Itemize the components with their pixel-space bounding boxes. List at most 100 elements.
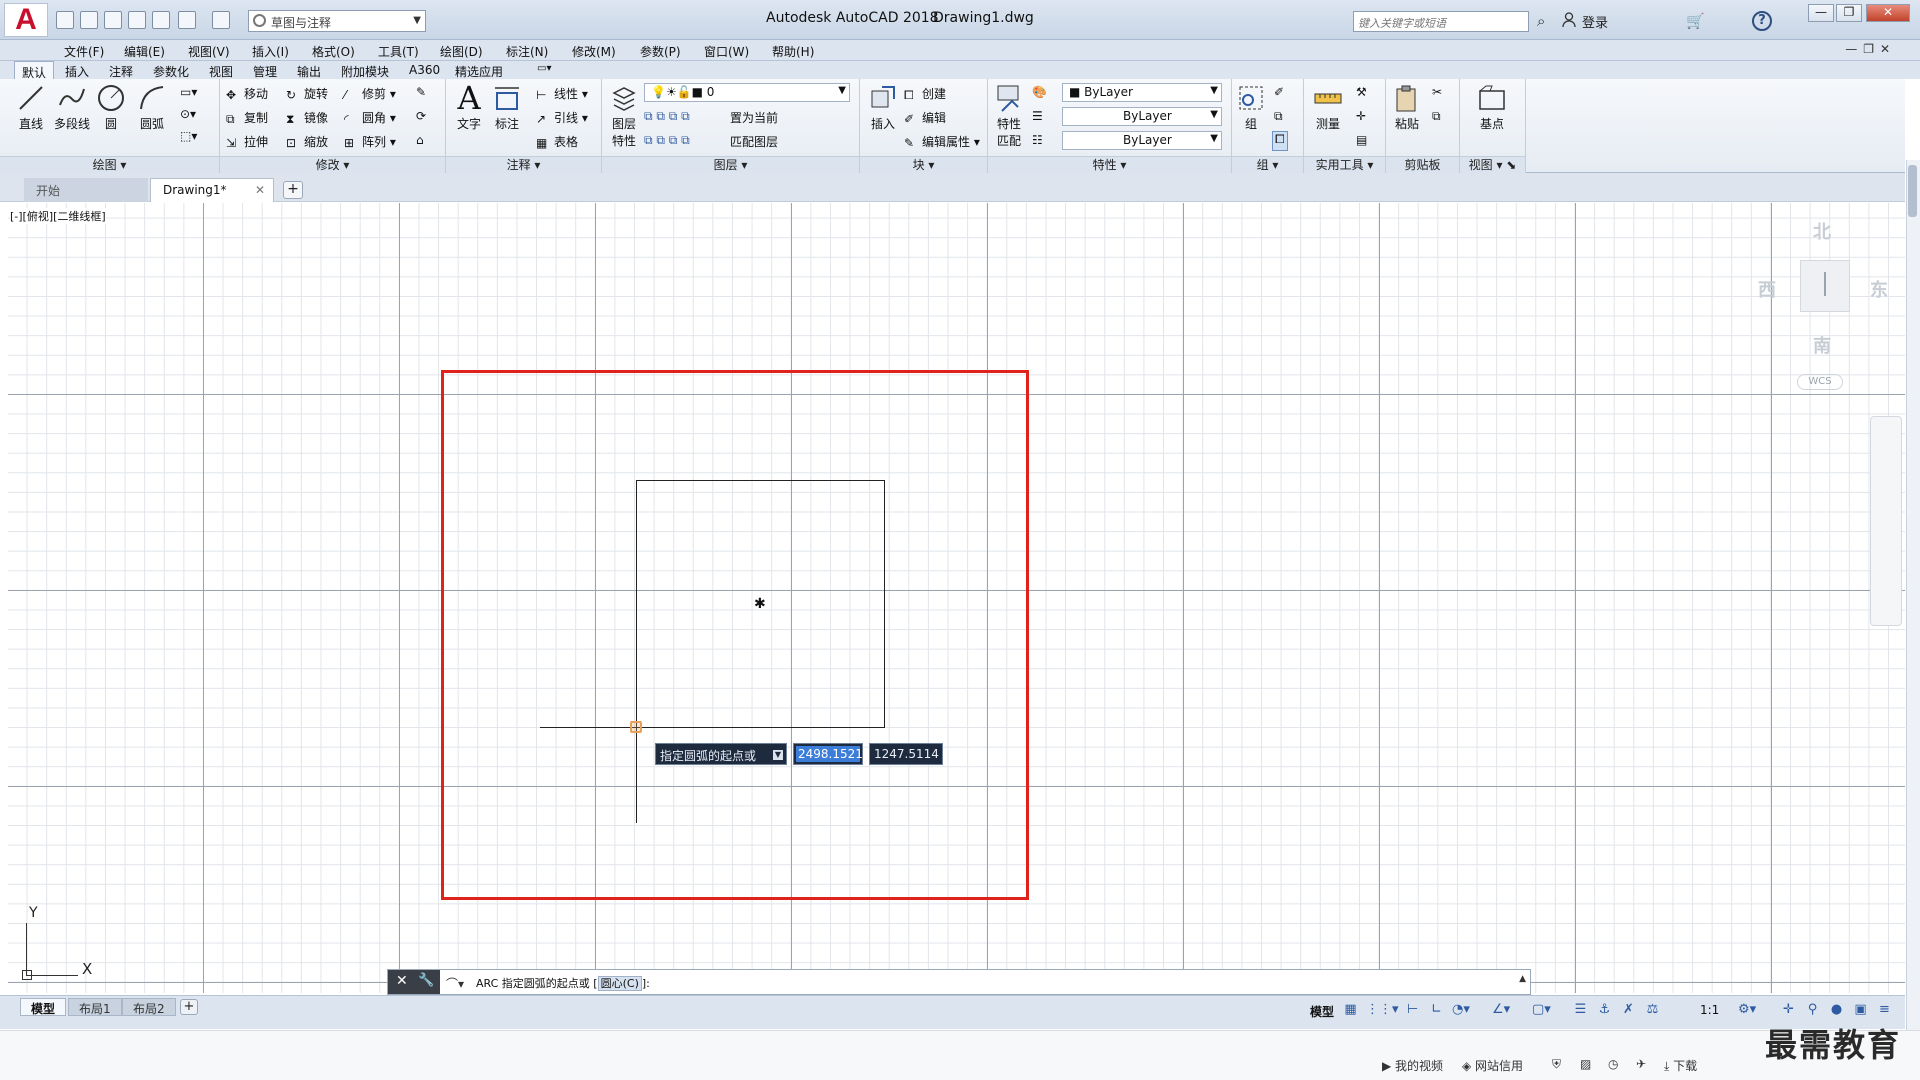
block-panel-title[interactable]: 块 ▾: [860, 156, 987, 173]
point-icon[interactable]: ✛: [1356, 109, 1366, 129]
tab-featured-apps[interactable]: 精选应用: [448, 61, 510, 79]
menu-view[interactable]: 视图(V): [188, 43, 230, 60]
tab-parametric[interactable]: 参数化: [146, 61, 196, 79]
menu-edit[interactable]: 编辑(E): [124, 43, 165, 60]
lineweight-display-icon[interactable]: ☰: [1572, 1002, 1589, 1019]
hatch-icon[interactable]: ⊙▾: [180, 107, 196, 127]
table-button[interactable]: ▦ 表格: [536, 133, 578, 153]
match-layer-button[interactable]: 匹配图层: [730, 133, 778, 153]
command-option-center[interactable]: 圆心(C): [597, 976, 642, 991]
isolate-icon[interactable]: ⚲: [1804, 1002, 1821, 1019]
color-select[interactable]: ■ ByLayer ▼: [1062, 83, 1222, 102]
navigation-bar[interactable]: [1870, 416, 1902, 626]
polar-icon[interactable]: ◔▾: [1452, 1002, 1470, 1019]
workspace-select[interactable]: 草图与注释 ▼: [248, 10, 426, 32]
menu-insert[interactable]: 插入(I): [252, 43, 289, 60]
group-button[interactable]: 组: [1236, 83, 1266, 132]
menu-draw[interactable]: 绘图(D): [440, 43, 483, 60]
annotation-scale-icon[interactable]: ⚖: [1644, 1002, 1661, 1019]
quick-select-icon[interactable]: ⚒: [1356, 85, 1367, 105]
shield-icon[interactable]: ⛨: [1552, 1057, 1561, 1072]
layer-tools-row-2-icon[interactable]: ⧉ ⧉ ⧉ ⧉: [644, 133, 690, 153]
tab-addins[interactable]: 附加模块: [334, 61, 396, 79]
tab-annotate[interactable]: 注释: [102, 61, 140, 79]
web-credit-link[interactable]: ◈ 网站信用: [1462, 1057, 1523, 1074]
wrench-icon[interactable]: 🔧: [418, 973, 434, 988]
binoculars-icon[interactable]: ⌕: [1537, 12, 1545, 30]
tab-a360[interactable]: A360: [402, 61, 447, 79]
minimize-button[interactable]: —: [1808, 4, 1834, 22]
user-icon[interactable]: [1562, 12, 1576, 28]
tab-home[interactable]: 默认: [14, 61, 55, 80]
menu-help[interactable]: 帮助(H): [772, 43, 814, 60]
layer-tools-row-1-icon[interactable]: ⧉ ⧉ ⧉ ⧉: [644, 109, 690, 129]
paste-button[interactable]: 粘贴: [1390, 83, 1424, 132]
dimension-button[interactable]: 标注: [488, 83, 526, 132]
edit-block-button[interactable]: ✐ 编辑: [904, 109, 946, 129]
hardware-accel-icon[interactable]: ●: [1828, 1002, 1845, 1019]
base-view-button[interactable]: 基点: [1472, 83, 1512, 132]
undo-icon[interactable]: [178, 11, 196, 29]
lineweight-select[interactable]: ByLayer ▼: [1062, 131, 1222, 150]
add-layout-button[interactable]: +: [180, 999, 198, 1015]
viewcube-west[interactable]: 西: [1758, 276, 1776, 302]
tab-output[interactable]: 输出: [290, 61, 328, 79]
coordinate-x-input[interactable]: 2498.1521: [793, 743, 863, 765]
image-icon[interactable]: ▨: [1580, 1057, 1591, 1071]
leader-button[interactable]: ↗ 引线 ▾: [536, 109, 588, 129]
menu-format[interactable]: 格式(O): [312, 43, 355, 60]
open-file-icon[interactable]: [80, 11, 98, 29]
infer-constraints-icon[interactable]: ⊢: [1404, 1002, 1421, 1019]
text-button[interactable]: A 文字: [452, 82, 486, 132]
command-line[interactable]: ✕ 🔧 ⌒▾ ARC 指定圆弧的起点或 [圆心(C)]: ▲: [387, 969, 1531, 995]
wcs-menu[interactable]: WCS: [1797, 374, 1843, 390]
snap-icon[interactable]: ⋮⋮▾: [1366, 1002, 1399, 1019]
explode-icon[interactable]: ⟳: [416, 109, 426, 129]
chevron-down-icon[interactable]: ▼: [773, 750, 783, 760]
group-edit-icon[interactable]: ⧉: [1274, 109, 1283, 129]
properties-panel-title[interactable]: 特性 ▾: [988, 156, 1231, 173]
rotate-button[interactable]: ↻ 旋转: [286, 85, 328, 105]
copy-button[interactable]: ⧉ 复制: [226, 109, 268, 129]
help-icon[interactable]: ?: [1752, 11, 1772, 31]
save-icon[interactable]: [104, 11, 122, 29]
scrollbar-thumb[interactable]: [1908, 165, 1917, 217]
viewcube-north[interactable]: 北: [1813, 218, 1831, 244]
close-icon[interactable]: ✕: [396, 973, 408, 989]
line-button[interactable]: 直线: [10, 83, 52, 132]
menu-dimension[interactable]: 标注(N): [506, 43, 548, 60]
group-select-icon[interactable]: ⧠: [1272, 131, 1288, 151]
ortho-icon[interactable]: ∟: [1428, 1002, 1445, 1019]
cut-icon[interactable]: ✂: [1432, 85, 1442, 105]
stretch-button[interactable]: ⇲ 拉伸: [226, 133, 268, 153]
login-link[interactable]: 登录: [1582, 12, 1608, 31]
tools-icon[interactable]: ✈: [1636, 1057, 1646, 1071]
menu-modify[interactable]: 修改(M): [572, 43, 616, 60]
document-window-controls[interactable]: —❐✕: [1845, 42, 1896, 56]
tab-manage[interactable]: 管理: [246, 61, 284, 79]
edit-attributes-button[interactable]: ✎ 编辑属性 ▾: [904, 133, 980, 153]
tab-start[interactable]: 开始: [24, 178, 148, 202]
rectangle-icon[interactable]: ▭▾: [180, 85, 197, 105]
viewport-controls[interactable]: [-][俯视][二维线框]: [10, 208, 106, 224]
set-current-button[interactable]: 置为当前: [730, 109, 778, 129]
match-properties-button[interactable]: 特性 匹配: [992, 83, 1026, 149]
ribbon-toggle-icon[interactable]: ▭▾: [530, 61, 558, 79]
arc-command-icon[interactable]: ⌒▾: [446, 975, 464, 992]
color-wheel-icon[interactable]: 🎨: [1032, 85, 1047, 105]
new-file-icon[interactable]: [56, 11, 74, 29]
move-button[interactable]: ✥ 移动: [226, 85, 268, 105]
layer-select[interactable]: 💡☀🔓■ 0 ▼: [644, 83, 850, 102]
viewcube-east[interactable]: 东: [1870, 276, 1888, 302]
circle-button[interactable]: 圆: [94, 83, 128, 132]
tab-insert[interactable]: 插入: [58, 61, 96, 79]
clean-screen-icon[interactable]: ▣: [1852, 1002, 1869, 1019]
viewcube-south[interactable]: 南: [1813, 332, 1831, 358]
application-menu-button[interactable]: A: [4, 3, 48, 37]
save-as-icon[interactable]: [128, 11, 146, 29]
modify-panel-title[interactable]: 修改 ▾: [220, 156, 445, 173]
tab-drawing1[interactable]: Drawing1* ✕: [150, 178, 274, 202]
copy-clip-icon[interactable]: ⧉: [1432, 109, 1441, 129]
array-button[interactable]: ⊞ 阵列 ▾: [344, 133, 396, 153]
workspace-gear-icon[interactable]: ⚙▾: [1738, 1002, 1756, 1019]
